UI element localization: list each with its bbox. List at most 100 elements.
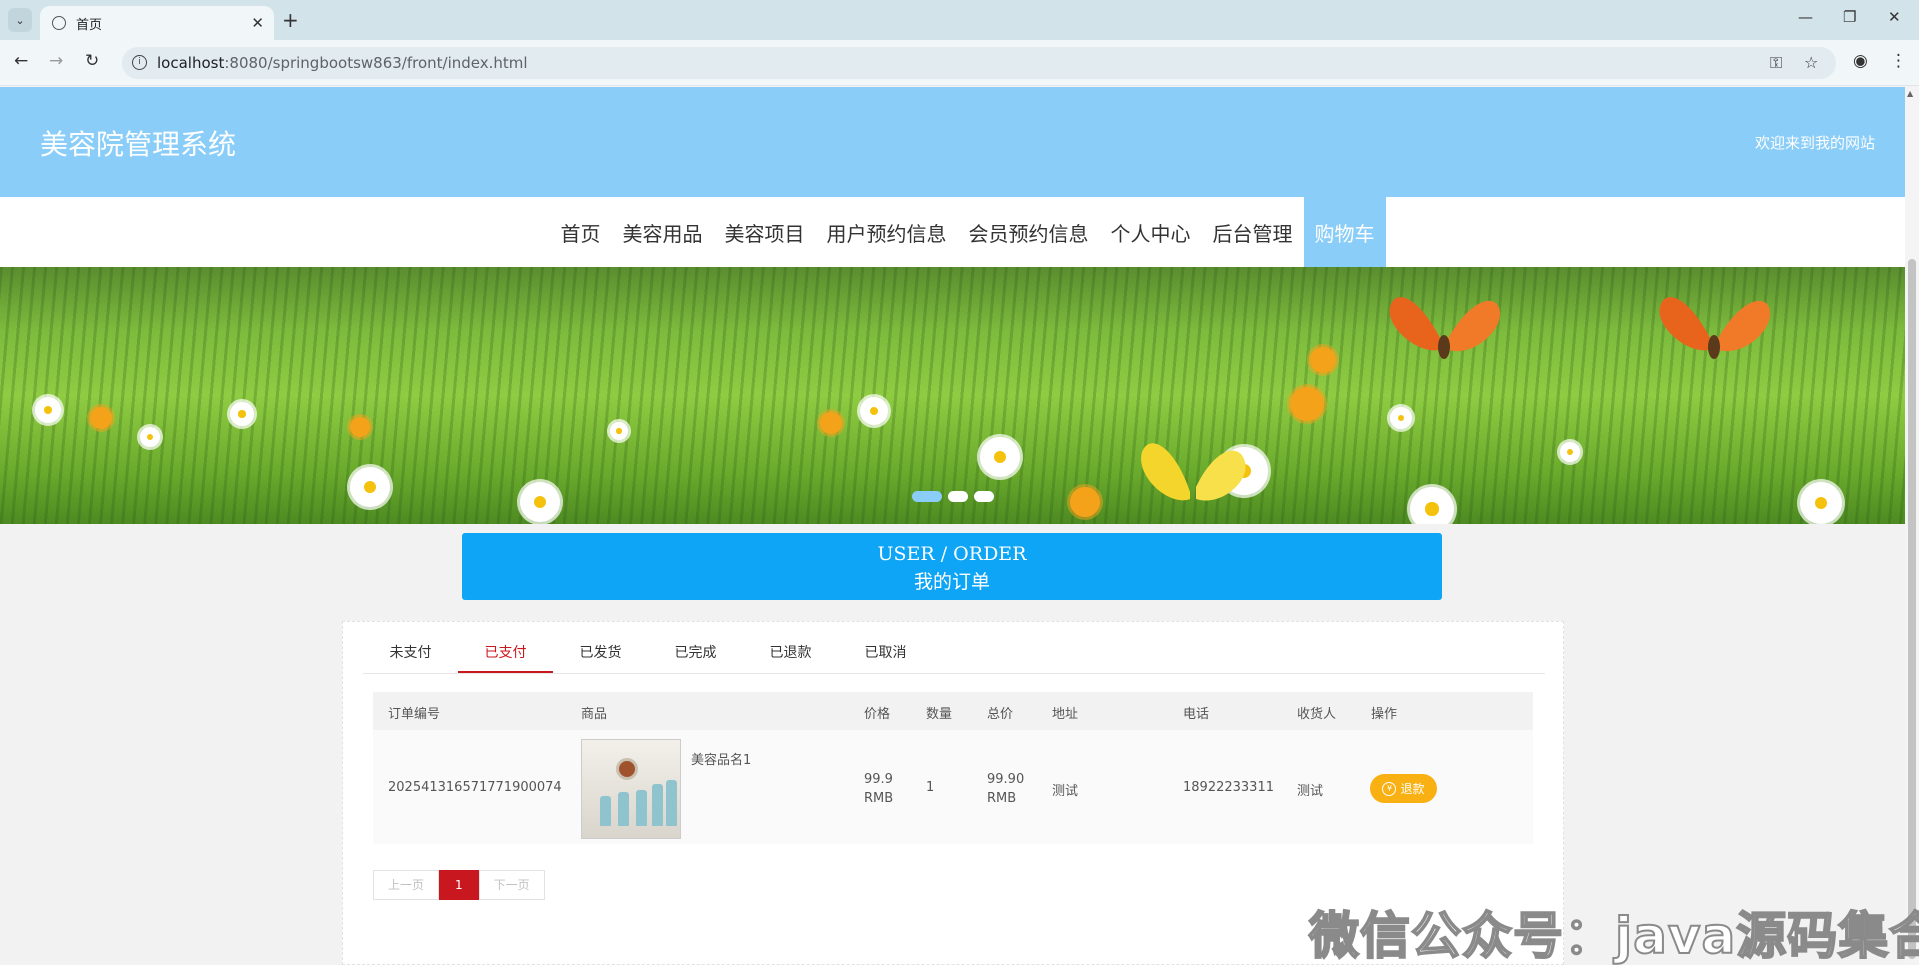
carousel-indicators: [912, 491, 994, 502]
watermark-text: 微信公众号：java源码集合: [1308, 906, 1919, 965]
reload-icon[interactable]: ↻: [85, 51, 99, 71]
orange-butterfly-image: [1659, 297, 1771, 359]
main-nav: 首页 美容用品 美容项目 用户预约信息 会员预约信息 个人中心 后台管理 购物车: [0, 197, 1905, 267]
product-bottle-shape: [652, 784, 663, 826]
header-action: 操作: [1371, 707, 1398, 722]
phone-value: 18922233311: [1183, 780, 1274, 795]
forward-arrow-icon[interactable]: →: [49, 51, 63, 71]
quantity-value: 1: [926, 780, 935, 795]
nav-item-user-appointments[interactable]: 用户预约信息: [816, 197, 958, 267]
header-order-no: 订单编号: [388, 707, 441, 722]
scroll-up-arrow-icon[interactable]: ▲: [1907, 89, 1913, 98]
table-row: 20254131657177190007​4 美容品名1 99.9 RMB 1 …: [373, 730, 1533, 844]
header-quantity: 数量: [926, 707, 953, 722]
profile-icon[interactable]: ◉: [1853, 51, 1868, 71]
address-url[interactable]: localhost:8080/springbootsw863/front/ind…: [157, 54, 528, 72]
page-number-button[interactable]: 1: [439, 870, 479, 900]
banner-carousel[interactable]: [0, 267, 1905, 524]
header-total: 总价: [987, 707, 1014, 722]
browser-tab-title: 首页: [76, 17, 103, 33]
prev-page-button[interactable]: 上一页: [373, 870, 440, 900]
scrollbar-thumb[interactable]: [1908, 259, 1916, 959]
next-page-button[interactable]: 下一页: [478, 870, 545, 900]
total-value: 99.90: [987, 772, 1025, 787]
refund-button[interactable]: ¥ 退款: [1370, 774, 1437, 803]
tab-search-chevron-icon[interactable]: ⌄: [8, 8, 32, 32]
daisy-flower: [860, 397, 888, 425]
header-phone: 电话: [1183, 707, 1210, 722]
carousel-dot[interactable]: [974, 491, 994, 502]
header-price: 价格: [864, 707, 891, 722]
dandelion-flower: [1290, 387, 1324, 421]
product-name[interactable]: 美容品名1: [691, 749, 751, 768]
tab-shipped[interactable]: 已发货: [553, 632, 648, 673]
product-image[interactable]: [581, 739, 681, 839]
page-scrollbar[interactable]: ▲: [1905, 87, 1919, 965]
orders-table: 订单编号 商品 价格 数量 总价 地址 电话 收货人 操作 2025413165…: [373, 692, 1533, 844]
site-info-icon[interactable]: i: [132, 55, 147, 70]
browser-tab[interactable]: 首页 ✕: [40, 6, 274, 40]
receiver-value: 测试: [1297, 784, 1324, 799]
address-bar[interactable]: i localhost:8080/springbootsw863/front/i…: [122, 47, 1836, 79]
orange-butterfly-image: [1389, 297, 1501, 359]
yen-icon: ¥: [1382, 781, 1397, 796]
product-bottle-shape: [636, 790, 647, 826]
minimize-icon[interactable]: —: [1798, 8, 1813, 26]
nav-item-beauty-products[interactable]: 美容用品: [612, 197, 714, 267]
daisy-flower: [980, 437, 1020, 477]
close-window-icon[interactable]: ✕: [1888, 8, 1901, 26]
daisy-flower: [350, 467, 390, 507]
daisy-flower: [1800, 482, 1842, 524]
carousel-dot[interactable]: [912, 491, 942, 502]
carousel-dot[interactable]: [948, 491, 968, 502]
tab-unpaid[interactable]: 未支付: [363, 632, 458, 673]
total-unit: RMB: [987, 791, 1017, 806]
password-key-icon[interactable]: ⚿: [1770, 53, 1782, 73]
nav-item-admin[interactable]: 后台管理: [1202, 197, 1304, 267]
new-tab-plus-icon[interactable]: +: [282, 8, 299, 32]
browser-menu-icon[interactable]: ⋮: [1890, 51, 1907, 71]
nav-item-personal-center[interactable]: 个人中心: [1100, 197, 1202, 267]
bookmark-star-icon[interactable]: ☆: [1804, 53, 1818, 72]
dandelion-flower: [90, 407, 112, 429]
product-bottle-shape: [666, 780, 677, 826]
dandelion-flower: [1310, 347, 1336, 373]
daisy-flower: [230, 402, 254, 426]
product-jar-shape: [616, 758, 638, 780]
nav-item-beauty-services[interactable]: 美容项目: [714, 197, 816, 267]
tab-paid[interactable]: 已支付: [458, 632, 553, 673]
product-bottle-shape: [618, 792, 629, 826]
daisy-flower: [520, 482, 560, 522]
browser-toolbar: ← → ↻ i localhost:8080/springbootsw863/f…: [0, 40, 1919, 86]
order-header-en: USER / ORDER: [877, 543, 1027, 565]
tab-cancelled[interactable]: 已取消: [838, 632, 933, 673]
dandelion-flower: [820, 412, 842, 434]
nav-item-cart[interactable]: 购物车: [1303, 197, 1386, 267]
price-unit: RMB: [864, 791, 894, 806]
header-product: 商品: [581, 707, 608, 722]
back-arrow-icon[interactable]: ←: [14, 51, 28, 71]
restore-icon[interactable]: ❐: [1843, 8, 1856, 26]
close-tab-icon[interactable]: ✕: [251, 14, 264, 32]
nav-item-member-appointments[interactable]: 会员预约信息: [958, 197, 1100, 267]
daisy-flower: [35, 397, 61, 423]
dandelion-flower: [350, 417, 370, 437]
daisy-flower: [1390, 407, 1412, 429]
grass-texture: [0, 267, 1905, 524]
order-section-header: USER / ORDER 我的订单: [462, 533, 1442, 600]
dandelion-flower: [1070, 487, 1100, 517]
order-header-cn: 我的订单: [913, 571, 990, 593]
header-receiver: 收货人: [1297, 707, 1337, 722]
daisy-flower: [610, 422, 628, 440]
site-header: 美容院管理系统 欢迎来到我的网站: [0, 87, 1905, 197]
browser-tab-strip: ⌄ 首页 ✕ + — ❐ ✕: [0, 0, 1919, 40]
tab-refunded[interactable]: 已退款: [743, 632, 838, 673]
pagination: 上一页 1 下一页: [373, 870, 545, 900]
nav-item-home[interactable]: 首页: [550, 197, 612, 267]
tab-completed[interactable]: 已完成: [648, 632, 743, 673]
daisy-flower: [1560, 442, 1580, 462]
address-value: 测试: [1052, 784, 1079, 799]
yellow-butterfly-image: [1141, 443, 1246, 501]
order-number: 20254131657177190007​4: [388, 780, 562, 795]
refund-button-label: 退款: [1400, 782, 1425, 796]
